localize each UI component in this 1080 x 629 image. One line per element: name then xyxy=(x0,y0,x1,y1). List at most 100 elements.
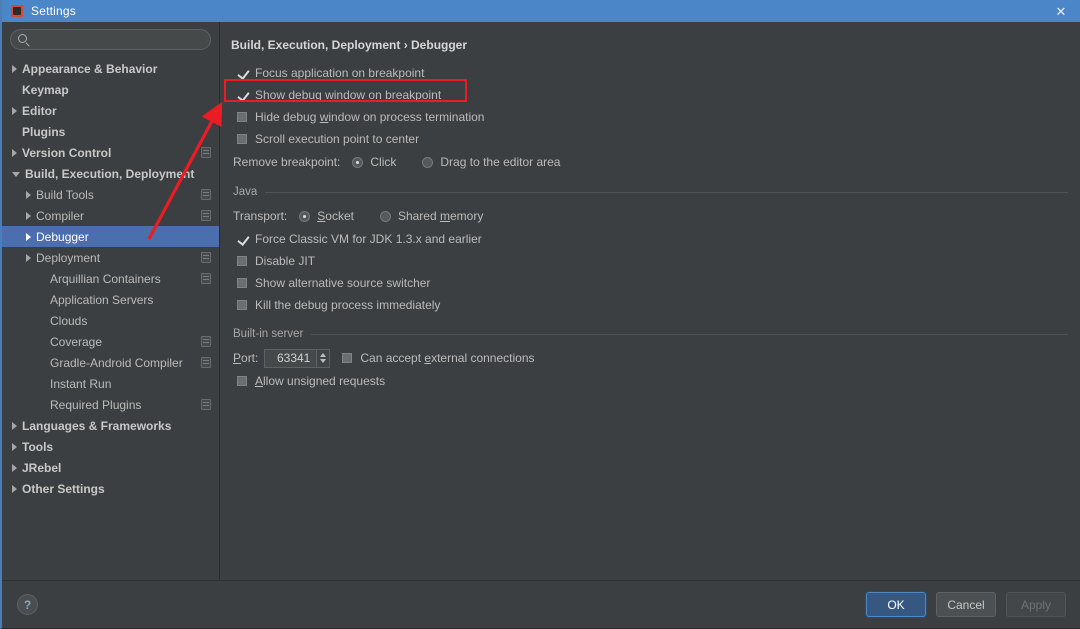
sidebar-item-instant-run[interactable]: Instant Run xyxy=(2,373,219,394)
search-container xyxy=(2,22,219,56)
remove-breakpoint-label: Remove breakpoint: xyxy=(233,155,340,169)
section-label: Java xyxy=(233,186,257,198)
sidebar-item-label: Version Control xyxy=(22,146,111,160)
sidebar-item-gradle-android-compiler[interactable]: Gradle-Android Compiler xyxy=(2,352,219,373)
sidebar-item-label: Coverage xyxy=(50,335,102,349)
chevron-right-icon[interactable] xyxy=(12,485,17,493)
checkbox-force-classic-vm-for-jdk-1-3-x-and-earlier[interactable]: Force Classic VM for JDK 1.3.x and earli… xyxy=(237,228,1068,250)
section-divider xyxy=(311,334,1068,335)
sidebar-item-label: Keymap xyxy=(22,83,69,97)
builtin-server-section-header: Built-in server xyxy=(233,328,1068,340)
transport-option-shared-memory[interactable]: Shared memory xyxy=(380,209,483,223)
remove-breakpoint-option-drag[interactable]: Drag to the editor area xyxy=(422,155,560,169)
checkbox-kill-the-debug-process-immediately[interactable]: Kill the debug process immediately xyxy=(237,294,1068,316)
sidebar-item-label: Gradle-Android Compiler xyxy=(50,356,183,370)
sidebar-item-label: Required Plugins xyxy=(50,398,141,412)
sidebar-item-editor[interactable]: Editor xyxy=(2,100,219,121)
chevron-right-icon[interactable] xyxy=(12,107,17,115)
sidebar-item-application-servers[interactable]: Application Servers xyxy=(2,289,219,310)
window-title: Settings xyxy=(31,4,76,18)
sidebar-item-label: Appearance & Behavior xyxy=(22,62,157,76)
ok-button[interactable]: OK xyxy=(866,592,926,617)
checkbox-label: Force Classic VM for JDK 1.3.x and earli… xyxy=(255,232,482,246)
sidebar-item-required-plugins[interactable]: Required Plugins xyxy=(2,394,219,415)
port-stepper[interactable]: 63341 xyxy=(264,349,330,368)
checkbox-focus-application-on-breakpoint[interactable]: Focus application on breakpoint xyxy=(237,62,1068,84)
sidebar-item-label: Instant Run xyxy=(50,377,111,391)
settings-tree: Appearance & Behavior Keymap Editor Plugins… xyxy=(2,58,219,499)
dialog-footer: ? OK Cancel Apply xyxy=(2,580,1080,628)
checkbox-checked-icon xyxy=(237,234,247,244)
search-box[interactable] xyxy=(10,29,211,50)
config-file-icon xyxy=(201,399,211,410)
sidebar-item-deployment[interactable]: Deployment xyxy=(2,247,219,268)
sidebar-item-build-execution-deployment[interactable]: Build, Execution, Deployment xyxy=(2,163,219,184)
remove-breakpoint-row: Remove breakpoint: Click Drag to the edi… xyxy=(233,150,1068,174)
radio-label: Drag to the editor area xyxy=(440,155,560,169)
chevron-right-icon[interactable] xyxy=(26,233,31,241)
checkbox-disable-jit[interactable]: Disable JIT xyxy=(237,250,1068,272)
checkbox-show-alternative-source-switcher[interactable]: Show alternative source switcher xyxy=(237,272,1068,294)
radio-icon xyxy=(299,211,310,222)
dialog-buttons: OK Cancel Apply xyxy=(866,592,1066,617)
apply-button: Apply xyxy=(1006,592,1066,617)
sidebar-item-tools[interactable]: Tools xyxy=(2,436,219,457)
sidebar-item-keymap[interactable]: Keymap xyxy=(2,79,219,100)
search-icon xyxy=(18,34,27,43)
chevron-right-icon[interactable] xyxy=(12,464,17,472)
checkbox-scroll-execution-point-to-center[interactable]: Scroll execution point to center xyxy=(237,128,1068,150)
external-connections-checkbox[interactable]: Can accept external connections xyxy=(342,351,534,365)
chevron-right-icon[interactable] xyxy=(12,443,17,451)
sidebar-item-appearance-behavior[interactable]: Appearance & Behavior xyxy=(2,58,219,79)
sidebar-item-jrebel[interactable]: JRebel xyxy=(2,457,219,478)
chevron-right-icon[interactable] xyxy=(12,422,17,430)
sidebar-item-version-control[interactable]: Version Control xyxy=(2,142,219,163)
search-input[interactable] xyxy=(35,30,202,49)
sidebar-item-coverage[interactable]: Coverage xyxy=(2,331,219,352)
sidebar-item-label: Clouds xyxy=(50,314,87,328)
transport-label: Transport: xyxy=(233,209,287,223)
close-icon[interactable]: ✕ xyxy=(1040,0,1080,22)
sidebar-item-label: Editor xyxy=(22,104,57,118)
sidebar-item-build-tools[interactable]: Build Tools xyxy=(2,184,219,205)
checkbox-show-debug-window-on-breakpoint[interactable]: Show debug window on breakpoint xyxy=(237,84,1068,106)
sidebar-item-languages-frameworks[interactable]: Languages & Frameworks xyxy=(2,415,219,436)
transport-option-socket[interactable]: Socket xyxy=(299,209,354,223)
sidebar-item-clouds[interactable]: Clouds xyxy=(2,310,219,331)
checkbox-label: Kill the debug process immediately xyxy=(255,298,440,312)
sidebar-item-label: Plugins xyxy=(22,125,65,139)
port-value[interactable]: 63341 xyxy=(265,351,316,365)
checkbox-label: Allow unsigned requests xyxy=(255,374,385,388)
sidebar-item-label: Build, Execution, Deployment xyxy=(25,167,194,181)
chevron-right-icon[interactable] xyxy=(26,212,31,220)
section-divider xyxy=(265,192,1068,193)
settings-sidebar: Appearance & Behavior Keymap Editor Plugins… xyxy=(2,22,220,580)
transport-row: Transport: Socket Shared memory xyxy=(233,204,1068,228)
settings-content: Build, Execution, Deployment › Debugger … xyxy=(221,22,1080,580)
sidebar-item-plugins[interactable]: Plugins xyxy=(2,121,219,142)
chevron-down-icon[interactable] xyxy=(12,172,20,177)
sidebar-item-label: Other Settings xyxy=(22,482,105,496)
help-button[interactable]: ? xyxy=(17,594,38,615)
app-icon xyxy=(11,5,23,17)
checkbox-label: Hide debug window on process termination xyxy=(255,110,484,124)
sidebar-item-other-settings[interactable]: Other Settings xyxy=(2,478,219,499)
chevron-right-icon[interactable] xyxy=(26,254,31,262)
chevron-right-icon[interactable] xyxy=(12,65,17,73)
chevron-right-icon[interactable] xyxy=(12,149,17,157)
sidebar-item-compiler[interactable]: Compiler xyxy=(2,205,219,226)
stepper-arrows-icon[interactable] xyxy=(316,350,329,367)
checkbox-label: Disable JIT xyxy=(255,254,315,268)
chevron-right-icon[interactable] xyxy=(26,191,31,199)
checkbox-hide-debug-window-on-process-termination[interactable]: Hide debug window on process termination xyxy=(237,106,1068,128)
checkbox-icon xyxy=(237,112,247,122)
allow-unsigned-requests-checkbox[interactable]: Allow unsigned requests xyxy=(237,370,1068,392)
sidebar-item-arquillian-containers[interactable]: Arquillian Containers xyxy=(2,268,219,289)
sidebar-item-debugger[interactable]: Debugger xyxy=(2,226,219,247)
checkbox-icon xyxy=(237,376,247,386)
cancel-button[interactable]: Cancel xyxy=(936,592,996,617)
remove-breakpoint-option-click[interactable]: Click xyxy=(352,155,396,169)
checkbox-checked-icon xyxy=(237,90,247,100)
config-file-icon xyxy=(201,357,211,368)
radio-label: Shared memory xyxy=(398,209,483,223)
